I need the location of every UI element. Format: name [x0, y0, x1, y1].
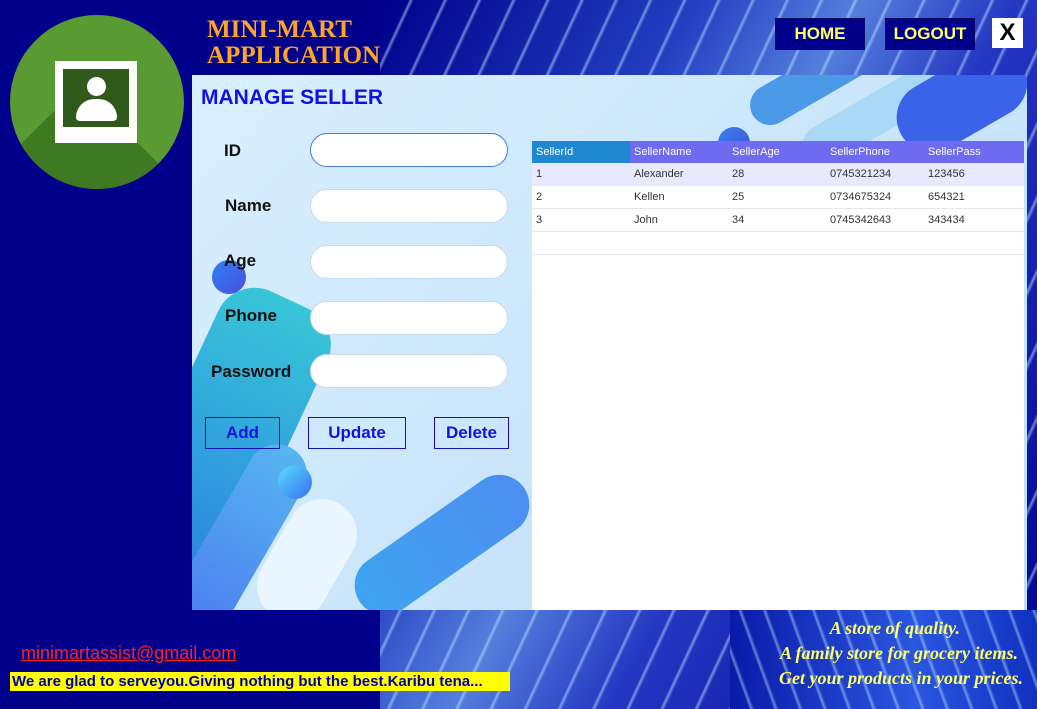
age-input[interactable]: [310, 245, 508, 279]
tagline-2: A family store for grocery items.: [780, 643, 1018, 663]
logout-button[interactable]: LOGOUT: [885, 18, 975, 50]
column-header[interactable]: SellerAge: [728, 141, 826, 163]
name-input[interactable]: [310, 189, 508, 223]
add-button[interactable]: Add: [205, 417, 280, 449]
update-button[interactable]: Update: [308, 417, 406, 449]
panel-title: MANAGE SELLER: [201, 86, 384, 109]
phone-input[interactable]: [310, 301, 508, 335]
table-row[interactable]: 1 Alexander 28 0745321234 123456: [532, 163, 1024, 186]
welcome-marquee: We are glad to serveyou.Giving nothing b…: [10, 672, 510, 691]
table-cell: Alexander: [634, 168, 684, 180]
phone-label: Phone: [225, 306, 277, 325]
table-cell: 1: [536, 168, 543, 180]
manage-seller-panel: MANAGE SELLER ID Name Age Phone Password…: [192, 75, 1027, 610]
home-button[interactable]: HOME: [775, 18, 865, 50]
table-row[interactable]: 2 Kellen 25 0734675324 654321: [532, 186, 1024, 209]
tagline-3: Get your products in your prices.: [778, 668, 1023, 688]
app-title-line1: MINI-MART: [207, 16, 352, 43]
id-label: ID: [224, 141, 241, 160]
decor-circle: [278, 465, 312, 499]
app-title-line2: APPLICATION: [207, 42, 381, 69]
name-label: Name: [225, 196, 272, 215]
table-row[interactable]: 3 John 34 0745342643 343434: [532, 209, 1024, 232]
table-cell: 343434: [928, 214, 965, 226]
new-row[interactable]: [532, 232, 1024, 255]
table-cell: Kellen: [634, 191, 665, 203]
decor-shape: [342, 463, 542, 610]
table-cell: 0745321234: [830, 168, 892, 180]
table-cell: 654321: [928, 191, 965, 203]
table-cell: 3: [536, 214, 543, 226]
grid-header: SellerId SellerName SellerAge SellerPhon…: [532, 141, 1024, 163]
table-cell: 34: [732, 214, 745, 226]
id-input[interactable]: [310, 133, 508, 167]
app-window: MINI-MART APPLICATION HOME LOGOUT X MANA…: [0, 0, 1037, 709]
delete-button[interactable]: Delete: [434, 417, 509, 449]
close-button[interactable]: X: [992, 18, 1023, 48]
seller-grid[interactable]: SellerId SellerName SellerAge SellerPhon…: [532, 141, 1024, 610]
age-label: Age: [224, 251, 257, 270]
table-cell: 123456: [928, 168, 965, 180]
tagline-1: A store of quality.: [829, 618, 960, 638]
table-cell: 28: [732, 168, 745, 180]
table-cell: 25: [732, 191, 745, 203]
column-header[interactable]: SellerName: [630, 141, 728, 163]
column-header[interactable]: SellerId: [532, 141, 630, 163]
table-cell: John: [634, 214, 658, 226]
table-cell: 0734675324: [830, 191, 892, 203]
password-input[interactable]: [310, 354, 508, 388]
column-header[interactable]: SellerPhone: [826, 141, 924, 163]
support-email-link[interactable]: minimartassist@gmail.com: [21, 643, 236, 664]
table-cell: 0745342643: [830, 214, 892, 226]
user-photo-icon: [10, 15, 184, 189]
table-cell: 2: [536, 191, 543, 203]
password-label: Password: [211, 362, 292, 381]
app-title: MINI-MART APPLICATION: [207, 17, 457, 69]
column-header[interactable]: SellerPass: [924, 141, 1022, 163]
